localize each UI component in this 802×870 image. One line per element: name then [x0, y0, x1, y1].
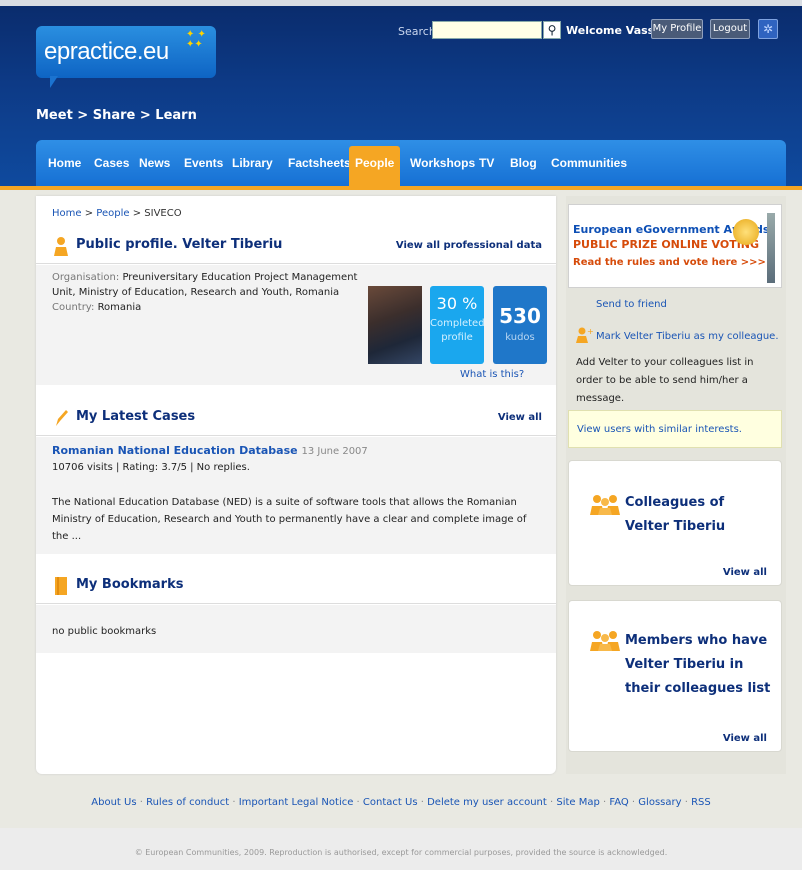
case-item-meta: 10706 visits | Rating: 3.7/5 | No replie… — [52, 462, 250, 473]
footer-link-glossary[interactable]: Glossary — [638, 797, 681, 808]
copyright-text: © European Communities, 2009. Reproducti… — [134, 848, 668, 857]
mark-as-colleague-link[interactable]: Mark Velter Tiberiu as my colleague. — [596, 331, 779, 342]
nav-news[interactable]: News — [139, 156, 170, 170]
header-top-line — [0, 0, 802, 6]
footer-link-rss[interactable]: RSS — [691, 797, 711, 808]
footer-link-rules[interactable]: Rules of conduct — [146, 797, 229, 808]
breadcrumb-current: SIVECO — [144, 208, 182, 219]
bookmarks-header: My Bookmarks — [36, 568, 556, 604]
members-view-all-link[interactable]: View all — [723, 733, 767, 744]
search-input[interactable] — [432, 21, 542, 39]
nav-factsheets[interactable]: Factsheets — [288, 156, 351, 170]
logout-button[interactable]: Logout — [710, 19, 750, 39]
right-sidebar: European eGovernment Awards PUBLIC PRIZE… — [566, 196, 786, 774]
cases-header: My Latest Cases View all — [36, 400, 556, 436]
logo-speech-tail — [50, 76, 58, 88]
footer-link-contact[interactable]: Contact Us — [363, 797, 418, 808]
search-label: Search — [398, 25, 436, 38]
logo-text: epractice.eu — [44, 38, 169, 65]
profile-photo — [368, 286, 422, 364]
kudos-value: 530 — [499, 304, 541, 328]
search-icon: ⚲ — [547, 23, 557, 37]
colleagues-view-all-link[interactable]: View all — [723, 567, 767, 578]
search-button[interactable]: ⚲ — [543, 21, 561, 39]
nav-cases[interactable]: Cases — [94, 156, 129, 170]
cases-heading: My Latest Cases — [76, 409, 196, 424]
footer-link-sitemap[interactable]: Site Map — [556, 797, 599, 808]
nav-people[interactable]: People — [349, 146, 401, 186]
case-item-title-row: Romanian National Education Database 13 … — [52, 444, 368, 457]
breadcrumb-people[interactable]: People — [96, 208, 129, 219]
similar-interests-link[interactable]: View users with similar interests. — [577, 424, 742, 435]
egov-awards-banner[interactable]: European eGovernment Awards PUBLIC PRIZE… — [568, 204, 782, 288]
header-accent-line — [0, 186, 802, 190]
people-group-icon — [590, 631, 620, 651]
what-is-this-link[interactable]: What is this? — [460, 369, 524, 380]
footer-link-delete-account[interactable]: Delete my user account — [427, 797, 547, 808]
profile-title: Public profile. Velter Tiberiu — [76, 237, 283, 252]
kudos-label: kudos — [505, 332, 535, 343]
completion-value: 30 % — [436, 294, 478, 313]
my-profile-button[interactable]: My Profile — [651, 19, 703, 39]
svg-text:+: + — [587, 327, 594, 336]
bookmarks-heading: My Bookmarks — [76, 577, 184, 592]
footer-links: About Us · Rules of conduct · Important … — [91, 797, 711, 808]
gear-icon: ✲ — [762, 22, 774, 36]
colleagues-box: Colleagues of Velter Tiberiu View all — [568, 460, 782, 586]
send-to-friend-link[interactable]: Send to friend — [596, 299, 667, 310]
bookmarks-empty-text: no public bookmarks — [52, 626, 157, 637]
person-icon — [54, 237, 68, 256]
site-header: epractice.eu ✦ ✦ ✦✦ Meet > Share > Learn … — [0, 0, 802, 186]
profile-completion-badge: 30 % Completed profile — [430, 286, 485, 364]
case-item-date: 13 June 2007 — [301, 446, 368, 457]
award-banner-cta: Read the rules and vote here >>> — [573, 257, 766, 268]
breadcrumb: Home > People > SIVECO — [52, 208, 182, 219]
nav-tv[interactable]: TV — [479, 156, 494, 170]
breadcrumb-home[interactable]: Home — [52, 208, 82, 219]
settings-button[interactable]: ✲ — [758, 19, 778, 39]
completion-label-line-2: profile — [441, 332, 473, 343]
main-content: Home > People > SIVECO Public profile. V… — [36, 196, 556, 774]
nav-workshops[interactable]: Workshops — [410, 156, 475, 170]
members-box: Members who have Velter Tiberiu in their… — [568, 600, 782, 752]
award-banner-subtitle: PUBLIC PRIZE ONLINE VOTING — [573, 238, 760, 251]
members-title: Members who have Velter Tiberiu in their… — [625, 633, 771, 696]
completion-label-line-1: Completed — [430, 318, 485, 329]
medal-icon — [733, 219, 759, 245]
organisation-label: Organisation: — [52, 272, 120, 283]
bookmark-icon — [55, 577, 67, 595]
country-label: Country: — [52, 302, 95, 313]
add-colleague-help-text: Add Velter to your colleagues list in or… — [576, 357, 754, 404]
people-group-icon — [590, 495, 620, 515]
kudos-badge: 530 kudos — [493, 286, 547, 364]
case-item-title-link[interactable]: Romanian National Education Database — [52, 444, 298, 457]
footer-link-faq[interactable]: FAQ — [609, 797, 628, 808]
nav-home[interactable]: Home — [48, 156, 81, 170]
country-value: Romania — [97, 302, 142, 313]
nav-library[interactable]: Library — [232, 156, 273, 170]
profile-info: Organisation: Preuniversitary Education … — [52, 270, 368, 315]
site-logo[interactable]: epractice.eu ✦ ✦ ✦✦ — [36, 26, 216, 88]
eu-stars-icon: ✦ ✦ ✦✦ — [186, 29, 206, 50]
similar-interests-box: View users with similar interests. — [568, 410, 782, 448]
trophy-icon — [767, 213, 775, 283]
cases-view-all-link[interactable]: View all — [498, 412, 542, 423]
view-professional-data-link[interactable]: View all professional data — [396, 240, 542, 251]
pencil-icon — [56, 410, 68, 426]
nav-blog[interactable]: Blog — [510, 156, 537, 170]
footer-link-about[interactable]: About Us — [91, 797, 136, 808]
nav-communities[interactable]: Communities — [551, 156, 627, 170]
add-colleague-icon: + — [576, 327, 594, 343]
profile-header: Public profile. Velter Tiberiu View all … — [36, 228, 556, 264]
case-item-description: The National Education Database (NED) is… — [52, 497, 527, 542]
nav-events[interactable]: Events — [184, 156, 223, 170]
footer-link-legal[interactable]: Important Legal Notice — [239, 797, 354, 808]
colleagues-title: Colleagues of Velter Tiberiu — [625, 495, 726, 534]
main-nav: Home Cases News Events Library Factsheet… — [36, 140, 786, 186]
site-tagline: Meet > Share > Learn — [36, 108, 197, 123]
